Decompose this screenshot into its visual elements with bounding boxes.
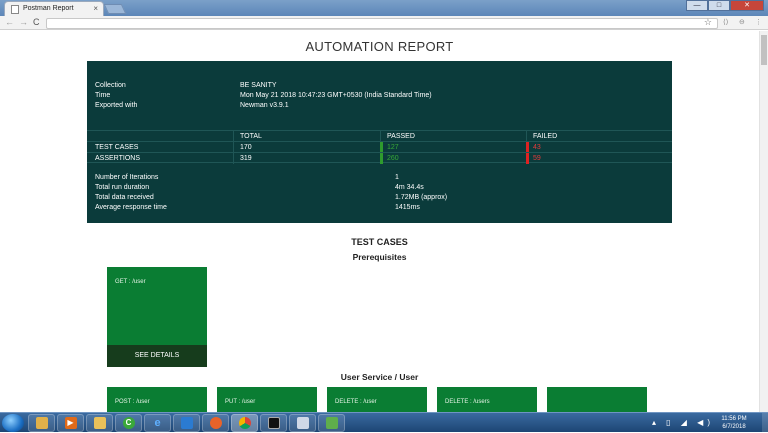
stats-row: TEST CASES 170 127 43 — [87, 141, 672, 153]
run-meta-label: Total run duration — [95, 184, 150, 191]
vscode-icon[interactable] — [173, 414, 200, 432]
extension-icon[interactable]: ⟨⟩ — [723, 18, 728, 26]
reload-icon[interactable]: C — [33, 17, 40, 27]
maximize-button[interactable]: □ — [708, 0, 730, 11]
stats-header-row: TOTAL PASSED FAILED — [87, 130, 672, 142]
paint-icon[interactable] — [318, 414, 345, 432]
prerequisites-heading: Prerequisites — [352, 252, 407, 262]
tray-icons[interactable]: ▴ ▯ ◢ ◀) — [652, 418, 714, 427]
request-label: DELETE : /user — [335, 399, 377, 405]
tab-title: Postman Report — [23, 5, 74, 12]
stats-passed: 127 — [387, 144, 399, 151]
folder-icon[interactable] — [289, 414, 316, 432]
stats-header: TOTAL — [240, 133, 262, 140]
scroll-thumb[interactable] — [761, 35, 767, 65]
run-meta-value: 1415ms — [395, 204, 420, 211]
window-controls: — □ ✕ — [686, 0, 764, 11]
run-meta-value: 1.72MB (approx) — [395, 194, 448, 201]
explorer-icon[interactable] — [28, 414, 55, 432]
media-player-icon[interactable]: ▶ — [57, 414, 84, 432]
request-card[interactable] — [547, 387, 647, 412]
window-titlebar: Postman Report × — □ ✕ — [0, 0, 768, 16]
request-card[interactable]: DELETE : /user — [327, 387, 427, 412]
request-card[interactable]: PUT : /user — [217, 387, 317, 412]
request-label: DELETE : /users — [445, 399, 490, 405]
stats-label: TEST CASES — [95, 144, 139, 151]
clock-time: 11:56 PM — [721, 416, 747, 422]
browser-tab[interactable]: Postman Report × — [4, 1, 104, 16]
meta-label: Exported with — [95, 102, 138, 109]
stats-total: 319 — [240, 155, 252, 162]
page-scrollbar[interactable] — [759, 31, 768, 412]
column-divider — [233, 153, 234, 164]
stats-row: ASSERTIONS 319 260 59 — [87, 152, 672, 164]
meta-label: Collection — [95, 82, 126, 89]
meta-value: BE SANITY — [240, 82, 277, 89]
meta-label: Time — [95, 92, 111, 99]
close-icon[interactable]: × — [93, 4, 98, 13]
run-meta-value: 1 — [395, 174, 399, 181]
chrome-icon[interactable] — [231, 414, 258, 432]
run-meta-label: Average response time — [95, 204, 167, 211]
bookmark-star-icon[interactable]: ☆ — [704, 17, 712, 28]
browser-c-icon[interactable]: C — [115, 414, 142, 432]
new-tab-button[interactable] — [103, 4, 127, 14]
stats-table: TOTAL PASSED FAILED TEST CASES 170 127 4… — [87, 130, 672, 164]
run-meta-label: Total data received — [95, 194, 154, 201]
test-cases-heading: TEST CASES — [351, 237, 408, 247]
request-card[interactable]: GET : /user SEE DETAILS — [107, 267, 207, 367]
request-card[interactable]: POST : /user — [107, 387, 207, 412]
stats-passed: 260 — [387, 155, 399, 162]
meta-value: Mon May 21 2018 10:47:23 GMT+0530 (India… — [240, 92, 432, 99]
stats-label: ASSERTIONS — [95, 155, 140, 162]
minimize-button[interactable]: — — [686, 0, 708, 11]
run-meta-value: 4m 34.4s — [395, 184, 424, 191]
show-desktop-button[interactable] — [762, 413, 768, 433]
request-label: PUT : /user — [225, 399, 256, 405]
stats-total: 170 — [240, 144, 252, 151]
start-button[interactable] — [2, 414, 24, 432]
folder-icon[interactable] — [86, 414, 113, 432]
forward-icon[interactable]: → — [19, 17, 28, 27]
menu-icon[interactable]: ⋮ — [755, 18, 762, 26]
internet-explorer-icon[interactable]: e — [144, 414, 171, 432]
close-window-button[interactable]: ✕ — [730, 0, 764, 11]
back-icon[interactable]: ← — [5, 17, 14, 27]
see-details-button[interactable]: SEE DETAILS — [107, 345, 207, 367]
windows-taskbar: ▶ C e ▴ ▯ ◢ ◀) 11:56 PM 6/7/2018 — [0, 412, 768, 433]
failed-indicator — [526, 153, 529, 164]
stats-header: FAILED — [533, 133, 558, 140]
clock-date: 6/7/2018 — [722, 424, 746, 430]
request-label: POST : /user — [115, 399, 150, 405]
passed-indicator — [380, 153, 383, 164]
summary-panel: Collection BE SANITY Time Mon May 21 201… — [87, 61, 672, 223]
firefox-icon[interactable] — [202, 414, 229, 432]
page-icon — [11, 5, 19, 14]
browser-toolbar: ← → C ☆ ⟨⟩ ⊖ ⋮ — [0, 16, 768, 30]
address-bar[interactable]: ☆ — [46, 17, 718, 29]
stats-header: PASSED — [387, 133, 415, 140]
stats-failed: 43 — [533, 144, 541, 151]
clock[interactable]: 11:56 PM 6/7/2018 — [714, 415, 754, 431]
request-label: GET : /user — [115, 279, 146, 285]
run-meta-label: Number of Iterations — [95, 174, 159, 181]
stats-failed: 59 — [533, 155, 541, 162]
request-card[interactable]: DELETE : /users — [437, 387, 537, 412]
terminal-icon[interactable] — [260, 414, 287, 432]
page-title: AUTOMATION REPORT — [305, 39, 454, 54]
meta-value: Newman v3.9.1 — [240, 102, 289, 109]
user-service-heading: User Service / User — [340, 372, 419, 382]
extension-icon[interactable]: ⊖ — [739, 18, 745, 26]
